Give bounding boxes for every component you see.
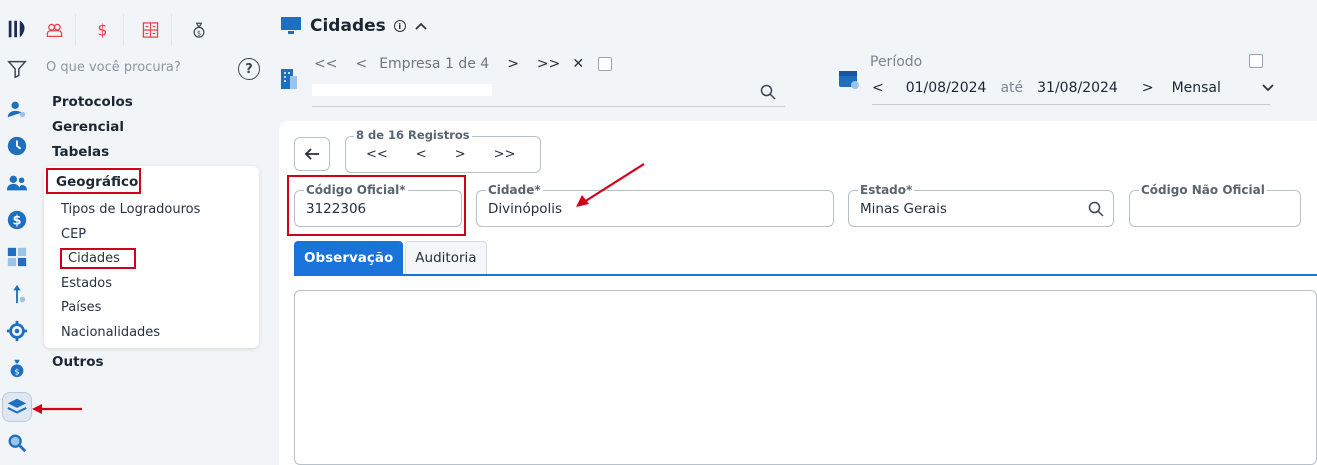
periodo-label: Período (870, 54, 923, 70)
codigo-oficial-value: 3122306 (306, 201, 367, 217)
codigo-oficial-field[interactable]: Código Oficial* 3122306 (294, 183, 462, 227)
submenu-item-cidades[interactable]: Cidades (60, 248, 136, 269)
layers-icon[interactable] (2, 392, 32, 422)
annotation-arrow (576, 163, 645, 207)
empresa-field[interactable] (312, 84, 492, 96)
dollar-icon[interactable]: $ (4, 207, 30, 233)
estado-label: Estado* (858, 183, 915, 197)
record-last-button[interactable]: >> (494, 147, 516, 162)
svg-text:$: $ (13, 214, 22, 229)
dollar-icon[interactable]: $ (94, 14, 124, 46)
svg-text:$: $ (14, 366, 19, 376)
tab-underline (294, 274, 1317, 276)
gear-network-icon[interactable] (4, 318, 30, 344)
calculator-icon[interactable] (142, 14, 172, 46)
empresa-next-button[interactable]: > (507, 56, 519, 72)
codigo-oficial-label: Código Oficial* (304, 183, 408, 197)
menu-item-tabelas[interactable]: Tabelas (52, 142, 133, 167)
empresa-last-button[interactable]: >> (537, 56, 560, 72)
periodo-checkbox[interactable] (1249, 54, 1263, 68)
record-navigator: 8 de 16 Registros << < > >> (345, 128, 541, 173)
search-icon[interactable] (4, 430, 30, 456)
page-title-bar: Cidades i (280, 16, 428, 36)
building-icon (281, 69, 297, 89)
arrow-left-icon (304, 148, 319, 160)
empresa-first-button[interactable]: << (314, 56, 337, 72)
money-bag-icon[interactable]: $ (190, 14, 220, 46)
icon-rail: $ $ (0, 0, 34, 465)
users-icon[interactable] (4, 170, 30, 196)
record-card: 8 de 16 Registros << < > >> Código Ofici… (279, 121, 1317, 465)
people-icon[interactable] (46, 14, 76, 46)
search-icon[interactable] (1088, 201, 1104, 217)
record-next-button[interactable]: > (455, 147, 466, 162)
periodo-selector: Período < 01/08/2024 até 31/08/2024 > Me… (838, 52, 1274, 108)
codigo-nao-oficial-field[interactable]: Código Não Oficial (1129, 183, 1301, 227)
periodo-prev-button[interactable]: < (872, 80, 884, 96)
empresa-selector: << < Empresa 1 de 4 > >> ✕ (280, 56, 785, 108)
calculator-icon[interactable] (4, 244, 30, 270)
menu-item-outros[interactable]: Outros (52, 354, 104, 370)
menu-item-gerencial[interactable]: Gerencial (52, 117, 133, 142)
svg-text:$: $ (197, 29, 201, 37)
sidebar-menu: Protocolos Gerencial Tabelas (52, 92, 133, 167)
search-icon[interactable] (760, 84, 776, 100)
logo-icon[interactable] (4, 16, 30, 42)
periodo-end-input[interactable]: 31/08/2024 (1037, 80, 1118, 96)
empresa-label: Empresa 1 de 4 (379, 56, 490, 72)
page-title: Cidades (310, 16, 386, 36)
periodo-ate-label: até (1000, 80, 1024, 96)
annotation-arrow (32, 404, 82, 414)
tab-observacao[interactable]: Observação (294, 241, 404, 274)
record-prev-button[interactable]: < (416, 147, 427, 162)
empresa-clear-button[interactable]: ✕ (572, 56, 584, 72)
cidade-value: Divinópolis (488, 201, 563, 217)
submenu-item-paises[interactable]: Países (61, 300, 101, 315)
svg-text:$: $ (98, 22, 108, 40)
submenu-geografico: Geográfico Tipos de Logradouros CEP Cida… (44, 166, 259, 348)
observacao-textarea[interactable] (294, 290, 1317, 465)
module-icons: $ $ (46, 14, 220, 46)
submenu-item-tipos-logradouros[interactable]: Tipos de Logradouros (61, 202, 200, 217)
search-input[interactable]: O que você procura? (46, 60, 196, 75)
codigo-nao-oficial-label: Código Não Oficial (1139, 183, 1267, 197)
submenu-item-cep[interactable]: CEP (61, 227, 86, 242)
tab-bar: Observação Auditoria (294, 241, 487, 274)
cidade-field[interactable]: Cidade* Divinópolis (476, 183, 834, 227)
periodo-mode-select[interactable]: Mensal (1172, 80, 1221, 96)
user-settings-icon[interactable] (4, 96, 30, 122)
menu-item-protocolos[interactable]: Protocolos (52, 92, 133, 117)
record-first-button[interactable]: << (366, 147, 388, 162)
estado-field[interactable]: Estado* Minas Gerais (848, 183, 1114, 227)
chevron-up-icon[interactable] (414, 21, 428, 31)
help-icon[interactable]: ? (238, 58, 260, 80)
empresa-checkbox[interactable] (598, 57, 613, 71)
submenu-item-nacionalidades[interactable]: Nacionalidades (61, 325, 160, 340)
monitor-icon (281, 17, 301, 34)
estado-value: Minas Gerais (860, 201, 947, 217)
clock-icon[interactable] (4, 133, 30, 159)
filter-icon[interactable] (4, 56, 30, 82)
record-count-label: 8 de 16 Registros (354, 128, 472, 142)
tab-auditoria[interactable]: Auditoria (405, 241, 487, 274)
tool-icon[interactable] (4, 281, 30, 307)
info-icon[interactable]: i (393, 20, 406, 32)
menu-item-geografico[interactable]: Geográfico (46, 168, 141, 194)
periodo-next-button[interactable]: > (1142, 80, 1154, 96)
back-button[interactable] (294, 137, 330, 171)
periodo-start-input[interactable]: 01/08/2024 (906, 80, 987, 96)
chevron-down-icon[interactable] (1261, 83, 1275, 93)
cidade-label: Cidade* (486, 183, 543, 197)
money-bag-icon[interactable]: $ (4, 355, 30, 381)
submenu-item-estados[interactable]: Estados (61, 276, 112, 291)
empresa-prev-button[interactable]: < (355, 56, 367, 72)
calendar-icon (839, 71, 859, 89)
